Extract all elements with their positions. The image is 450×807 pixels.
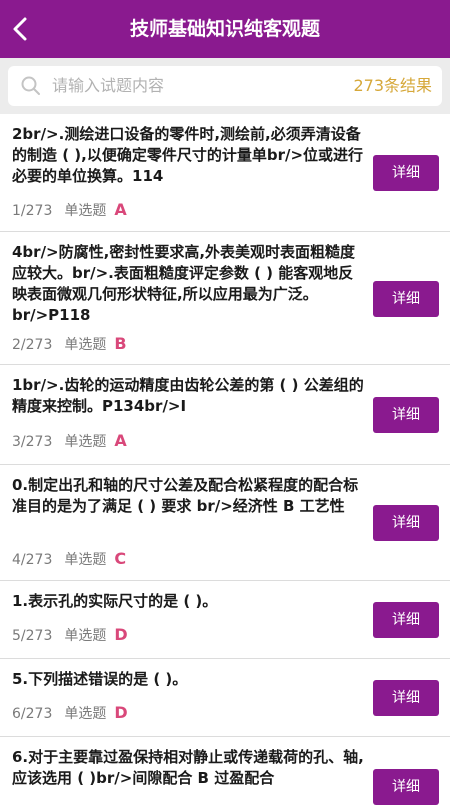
- question-list: 2br/>.测绘进口设备的零件时,测绘前,必须弄清设备的制造 ( ),以便确定零…: [0, 114, 450, 807]
- result-count: 273条结果: [353, 76, 432, 95]
- question-answer: A: [114, 431, 127, 450]
- header-bar: 技师基础知识纯客观题: [0, 0, 450, 58]
- question-text: 1br/>.齿轮的运动精度由齿轮公差的第 ( ) 公差组的精度来控制。P134b…: [12, 376, 364, 415]
- question-meta: 5/273 单选题 D: [12, 625, 128, 645]
- question-answer: D: [114, 625, 128, 644]
- question-text: 6.对于主要靠过盈保持相对静止或传递载荷的孔、轴,应该选用 ( )br/>间隙配…: [12, 748, 364, 787]
- question-item[interactable]: 6.对于主要靠过盈保持相对静止或传递载荷的孔、轴,应该选用 ( )br/>间隙配…: [0, 737, 450, 807]
- question-text: 5.下列描述错误的是 ( )。: [12, 670, 188, 688]
- question-index: 4/273: [12, 552, 53, 568]
- question-text: 1.表示孔的实际尺寸的是 ( )。: [12, 592, 218, 610]
- detail-button[interactable]: 详细: [373, 680, 439, 716]
- question-type: 单选题: [64, 337, 107, 353]
- question-item[interactable]: 1.表示孔的实际尺寸的是 ( )。 5/273 单选题 D 详细: [0, 581, 450, 659]
- question-type: 单选题: [64, 203, 107, 219]
- question-index: 6/273: [12, 706, 53, 722]
- page-title: 技师基础知识纯客观题: [129, 18, 320, 40]
- detail-button[interactable]: 详细: [373, 602, 439, 638]
- question-meta: 1/273 单选题 A: [12, 200, 127, 220]
- search-icon: [21, 76, 40, 95]
- detail-button[interactable]: 详细: [373, 155, 439, 191]
- question-item[interactable]: 5.下列描述错误的是 ( )。 6/273 单选题 D 详细: [0, 659, 450, 737]
- question-meta: 4/273 单选题 C: [12, 549, 126, 569]
- detail-button[interactable]: 详细: [373, 505, 439, 541]
- question-item[interactable]: 1br/>.齿轮的运动精度由齿轮公差的第 ( ) 公差组的精度来控制。P134b…: [0, 365, 450, 465]
- detail-button[interactable]: 详细: [373, 397, 439, 433]
- question-type: 单选题: [64, 434, 107, 450]
- question-item[interactable]: 2br/>.测绘进口设备的零件时,测绘前,必须弄清设备的制造 ( ),以便确定零…: [0, 114, 450, 232]
- question-text: 4br/>防腐性,密封性要求高,外表美观时表面粗糙度应较大。br/>.表面粗糙度…: [12, 243, 356, 324]
- question-type: 单选题: [64, 552, 107, 568]
- question-index: 2/273: [12, 337, 53, 353]
- search-bar: 请输入试题内容 273条结果: [0, 58, 450, 114]
- question-answer: D: [114, 703, 128, 722]
- question-item[interactable]: 0.制定出孔和轴的尺寸公差及配合松紧程度的配合标准目的是为了满足 ( ) 要求 …: [0, 465, 450, 581]
- question-text: 2br/>.测绘进口设备的零件时,测绘前,必须弄清设备的制造 ( ),以便确定零…: [12, 125, 364, 185]
- question-answer: C: [114, 549, 127, 568]
- detail-button[interactable]: 详细: [373, 281, 439, 317]
- question-answer: B: [114, 334, 127, 353]
- question-type: 单选题: [64, 706, 107, 722]
- question-item[interactable]: 4br/>防腐性,密封性要求高,外表美观时表面粗糙度应较大。br/>.表面粗糙度…: [0, 232, 450, 365]
- search-input[interactable]: 请输入试题内容: [52, 66, 164, 106]
- question-meta: 2/273 单选题 B: [12, 334, 127, 354]
- question-index: 5/273: [12, 628, 53, 644]
- question-index: 3/273: [12, 434, 53, 450]
- question-meta: 3/273 单选题 A: [12, 431, 127, 451]
- search-box[interactable]: 请输入试题内容 273条结果: [8, 66, 442, 106]
- question-index: 1/273: [12, 203, 53, 219]
- question-type: 单选题: [64, 628, 107, 644]
- question-meta: 6/273 单选题 D: [12, 703, 128, 723]
- question-text: 0.制定出孔和轴的尺寸公差及配合松紧程度的配合标准目的是为了满足 ( ) 要求 …: [12, 476, 359, 515]
- question-answer: A: [114, 200, 127, 219]
